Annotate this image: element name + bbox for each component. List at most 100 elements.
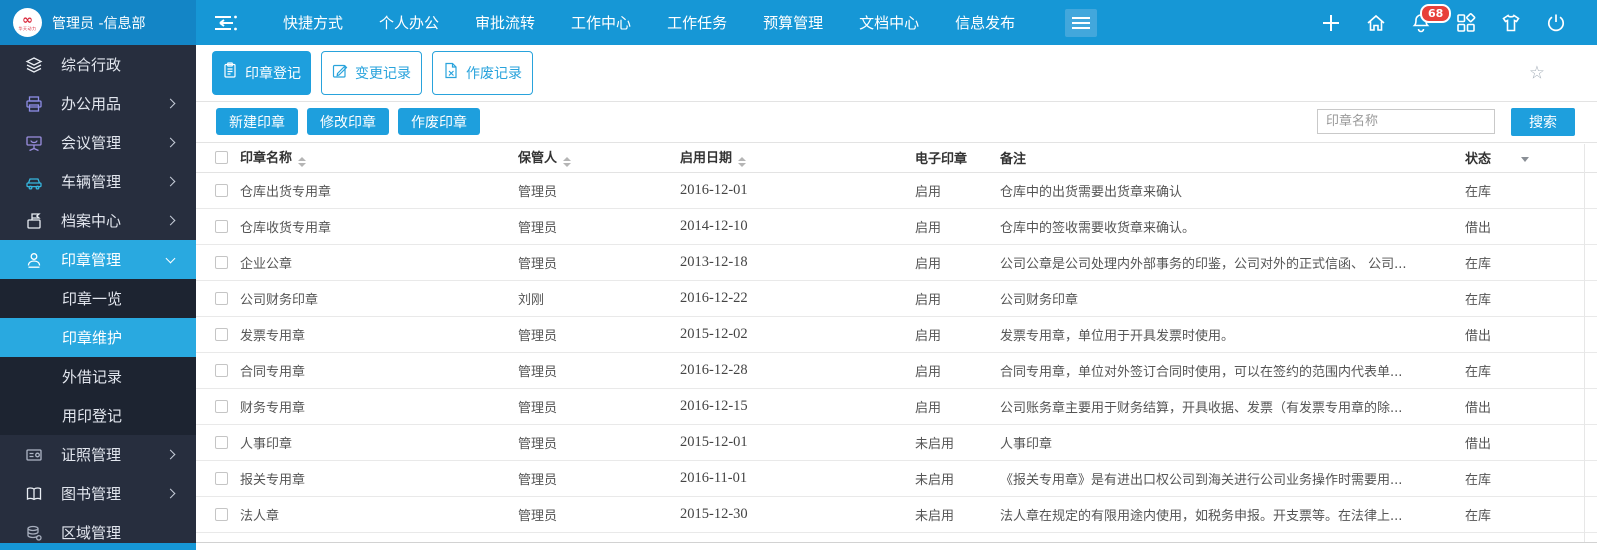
row-checkbox[interactable]: [215, 508, 228, 522]
row-checkbox-cell: [196, 280, 240, 318]
sidebar-subitem-lending-records[interactable]: 外借记录: [0, 357, 196, 396]
topbar: ∞ 华天动力 管理员 -信息部 快捷方式 个人办公 审批流转 工作中心 工作任务…: [0, 0, 1597, 45]
row-checkbox[interactable]: [215, 328, 228, 342]
home-icon[interactable]: [1365, 12, 1387, 34]
sidebar-item-seal-mgmt[interactable]: 印章管理: [0, 240, 196, 279]
table-row: 财务专用章 管理员 2016-12-15 启用 公司账务章主要用于财务结算，开具…: [196, 388, 1597, 426]
nav-item-info-publish[interactable]: 信息发布: [955, 12, 1015, 33]
nav-item-work-tasks[interactable]: 工作任务: [667, 12, 727, 33]
sidebar-item-label: 区域管理: [61, 524, 122, 542]
eseal-status-cell: 未启用: [915, 496, 1000, 534]
scroll-edge-line: [1584, 144, 1585, 542]
sidebar-subitem-seal-overview[interactable]: 印章一览: [0, 279, 196, 318]
column-header-seal-name[interactable]: 印章名称: [240, 142, 518, 174]
enable-date-cell: 2016-12-15: [680, 388, 915, 426]
apps-grid-icon[interactable]: [1455, 12, 1477, 34]
sidebar-collapse-icon[interactable]: [213, 13, 239, 33]
search-input[interactable]: [1317, 109, 1495, 135]
enable-date-cell: 2015-12-02: [680, 316, 915, 354]
bell-icon[interactable]: 68: [1410, 3, 1452, 34]
sidebar-item-office-supplies[interactable]: 办公用品: [0, 84, 196, 123]
row-checkbox[interactable]: [215, 292, 228, 306]
shirt-icon[interactable]: [1500, 12, 1522, 34]
sidebar-item-label: 印章管理: [61, 251, 122, 269]
enable-date-cell: 2013-12-18: [680, 244, 915, 282]
sort-icon: [738, 157, 747, 168]
row-checkbox[interactable]: [215, 400, 228, 414]
table-body: 仓库出货专用章 管理员 2016-12-01 启用 仓库中的出货需要出货章来确认…: [196, 172, 1597, 534]
status-cell: 在库: [1465, 460, 1597, 498]
nav-item-budget[interactable]: 预算管理: [763, 12, 823, 33]
column-header-enable-date[interactable]: 启用日期: [680, 142, 915, 174]
status-cell: 在库: [1465, 172, 1597, 210]
nav-item-shortcuts[interactable]: 快捷方式: [283, 12, 343, 33]
projector-icon: [25, 134, 45, 152]
archive-icon: [25, 212, 45, 230]
seal-name-cell: 企业公章: [240, 244, 518, 282]
chevron-right-icon: [165, 488, 176, 499]
plus-icon[interactable]: [1320, 12, 1342, 34]
power-icon[interactable]: [1545, 12, 1567, 34]
stamp-person-icon: [25, 251, 45, 269]
certificate-icon: [25, 446, 45, 464]
seal-mgmt-submenu: 印章一览 印章维护 外借记录 用印登记: [0, 279, 196, 435]
enable-date-cell: 2016-12-22: [680, 280, 915, 318]
row-checkbox-cell: [196, 352, 240, 390]
status-cell: 在库: [1465, 352, 1597, 390]
keeper-cell: 管理员: [518, 460, 680, 498]
column-header-keeper[interactable]: 保管人: [518, 142, 680, 174]
note-cell: 仓库中的出货需要出货章来确认: [1000, 172, 1465, 210]
sidebar-item-meeting-mgmt[interactable]: 会议管理: [0, 123, 196, 162]
modify-seal-button[interactable]: 修改印章: [307, 108, 389, 136]
status-filter-icon[interactable]: [1521, 156, 1530, 162]
row-checkbox-cell: [196, 316, 240, 354]
eseal-status-cell: 启用: [915, 352, 1000, 390]
sidebar-item-archive-center[interactable]: 档案中心: [0, 201, 196, 240]
row-checkbox-cell: [196, 208, 240, 246]
nav-item-personal-office[interactable]: 个人办公: [379, 12, 439, 33]
book-icon: [25, 485, 45, 503]
seal-name-cell: 发票专用章: [240, 316, 518, 354]
tab-label: 作废记录: [466, 65, 522, 82]
keeper-cell: 管理员: [518, 388, 680, 426]
column-header-status[interactable]: 状态: [1465, 142, 1597, 174]
note-cell: 公司公章是公司处理内外部事务的印鉴，公司对外的正式信函、 公司...: [1000, 244, 1465, 282]
sidebar-item-general-admin[interactable]: 综合行政: [0, 45, 196, 84]
seal-name-cell: 法人章: [240, 496, 518, 534]
more-menu-icon[interactable]: [1065, 8, 1098, 37]
content-bottom-strip: [196, 533, 1597, 550]
header-checkbox-cell: [196, 142, 240, 174]
notification-badge: 68: [1420, 3, 1452, 23]
sidebar-item-book-mgmt[interactable]: 图书管理: [0, 474, 196, 513]
note-cell: 《报关专用章》是有进出口权公司到海关进行公司业务操作时需要用...: [1000, 460, 1465, 498]
tab-void-records[interactable]: 作废记录: [432, 50, 533, 95]
note-cell: 仓库中的签收需要收货章来确认。: [1000, 208, 1465, 246]
row-checkbox[interactable]: [215, 220, 228, 234]
nav-item-work-center[interactable]: 工作中心: [571, 12, 631, 33]
sidebar-subitem-seal-usage-register[interactable]: 用印登记: [0, 396, 196, 435]
tab-seal-register[interactable]: 印章登记: [212, 50, 311, 95]
row-checkbox[interactable]: [215, 472, 228, 486]
favorite-star-icon[interactable]: ☆: [1529, 62, 1545, 83]
keeper-cell: 管理员: [518, 424, 680, 462]
tab-change-records[interactable]: 变更记录: [321, 50, 422, 95]
eseal-status-cell: 启用: [915, 208, 1000, 246]
sidebar-item-vehicle-mgmt[interactable]: 车辆管理: [0, 162, 196, 201]
column-header-note: 备注: [1000, 142, 1465, 174]
row-checkbox[interactable]: [215, 256, 228, 270]
row-checkbox[interactable]: [215, 436, 228, 450]
new-seal-button[interactable]: 新建印章: [216, 108, 298, 136]
sidebar-item-label: 会议管理: [61, 134, 122, 152]
select-all-checkbox[interactable]: [215, 150, 228, 164]
keeper-cell: 管理员: [518, 496, 680, 534]
void-seal-button[interactable]: 作废印章: [398, 108, 480, 136]
row-checkbox[interactable]: [215, 364, 228, 378]
nav-item-document-center[interactable]: 文档中心: [859, 12, 919, 33]
sidebar-subitem-seal-maintenance[interactable]: 印章维护: [0, 318, 196, 357]
topbar-icons: 68: [1320, 3, 1567, 34]
sidebar-item-certificate-mgmt[interactable]: 证照管理: [0, 435, 196, 474]
search-button[interactable]: 搜索: [1511, 107, 1575, 136]
row-checkbox[interactable]: [215, 184, 228, 198]
tab-label: 印章登记: [245, 65, 301, 82]
nav-item-approval-flow[interactable]: 审批流转: [475, 12, 535, 33]
